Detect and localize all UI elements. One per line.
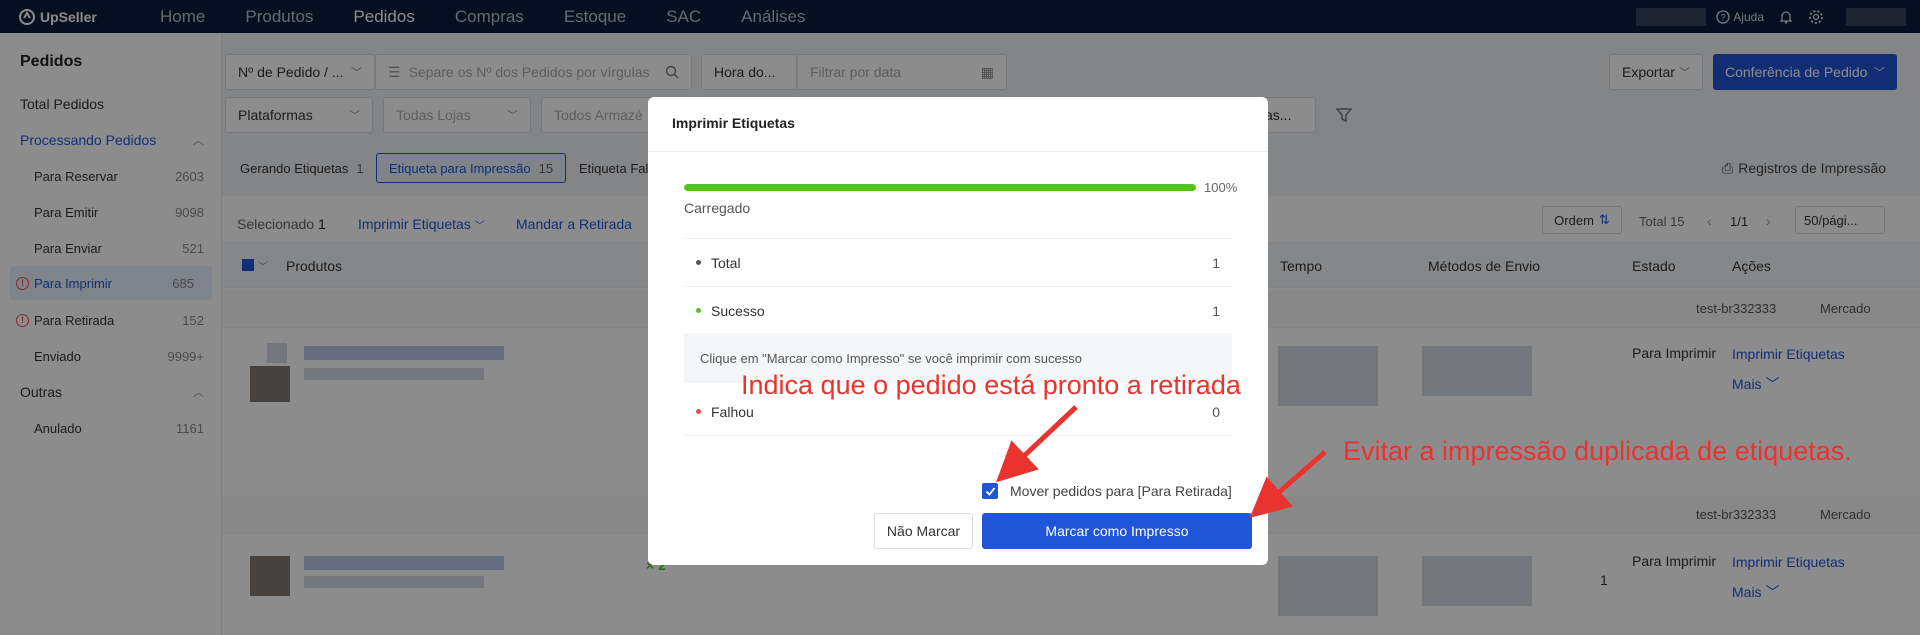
- move-orders-checkbox-row[interactable]: Mover pedidos para [Para Retirada]: [982, 483, 1232, 499]
- bullet-icon: [696, 308, 701, 313]
- print-labels-modal: Imprimir Etiquetas 100% Carregado Total …: [648, 97, 1268, 565]
- result-label: Falhou: [711, 403, 754, 420]
- result-value: 1: [1212, 302, 1220, 319]
- checkbox-label: Mover pedidos para [Para Retirada]: [1010, 483, 1232, 499]
- bullet-icon: [696, 409, 701, 414]
- loaded-label: Carregado: [684, 200, 751, 216]
- annotation-avoid-duplicate: Evitar a impressão duplicada de etiqueta…: [1343, 436, 1852, 466]
- modal-title: Imprimir Etiquetas: [672, 115, 795, 131]
- result-row-total: Total 1: [684, 238, 1232, 286]
- divider: [648, 151, 1268, 152]
- check-icon: [985, 486, 995, 496]
- result-label: Sucesso: [711, 302, 765, 319]
- progress-bar: [684, 184, 1196, 191]
- move-orders-checkbox[interactable]: [982, 483, 998, 499]
- mark-as-printed-button[interactable]: Marcar como Impresso: [982, 513, 1252, 549]
- bullet-icon: [696, 260, 701, 265]
- progress-percent: 100%: [1204, 180, 1238, 195]
- result-row-success: Sucesso 1: [684, 286, 1232, 334]
- result-value: 0: [1212, 403, 1220, 420]
- result-label: Total: [711, 254, 741, 271]
- result-value: 1: [1212, 254, 1220, 271]
- annotation-pickup-ready: Indica que o pedido está pronto a retira…: [741, 370, 1241, 400]
- progress-fill: [684, 184, 1196, 191]
- dont-mark-button[interactable]: Não Marcar: [874, 513, 973, 549]
